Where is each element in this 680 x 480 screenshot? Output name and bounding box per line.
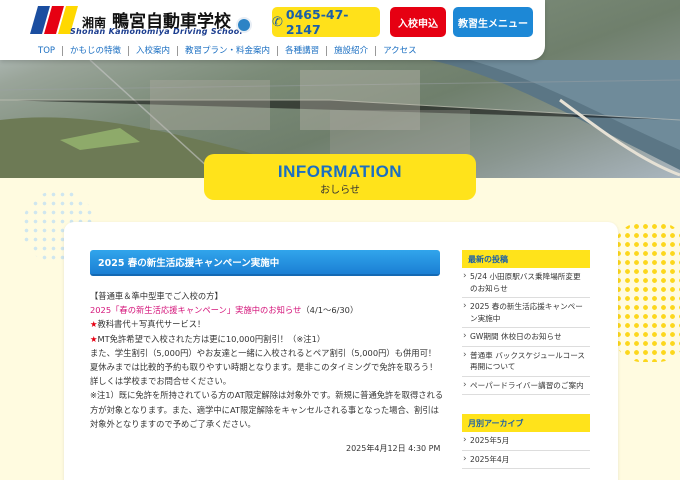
post-text: MT免許希望で入校された方は更に10,000円割引！（※注1） bbox=[97, 333, 326, 344]
nav-item-courses[interactable]: 各種講習 bbox=[278, 46, 328, 56]
post-text: 教科書代＋写真代サービス！ bbox=[97, 319, 206, 330]
nav-item-plans[interactable]: 教習プラン・料金案内 bbox=[178, 46, 279, 56]
post-title: 2025 春の新生活応援キャンペーン実施中 bbox=[90, 250, 440, 276]
mascot-badge-icon bbox=[236, 17, 252, 33]
post-date: 2025年4月12日 4:30 PM bbox=[346, 444, 441, 453]
post-line: また、学生割引（5,000円）やお友達と一緒に入校されるとペア割引（5,000円… bbox=[90, 347, 446, 387]
nav-item-features[interactable]: かもじの特徴 bbox=[63, 46, 130, 56]
campaign-link[interactable]: 2025「春の新生活応援キャンペーン」実施中のお知らせ bbox=[90, 305, 301, 315]
nav-item-facilities[interactable]: 施設紹介 bbox=[327, 46, 377, 56]
campaign-period: （4/1～6/30） bbox=[301, 305, 359, 316]
recent-post-item[interactable]: 普通車 バックスケジュールコース再開について bbox=[462, 347, 590, 377]
post-line: ★MT免許希望で入校された方は更に10,000円割引！（※注1） bbox=[90, 332, 446, 346]
phone-button[interactable]: ✆ 0465-47-2147 bbox=[272, 7, 380, 37]
logo-english: Shonan Kamonomiya Driving School bbox=[70, 27, 243, 36]
nav-item-top[interactable]: TOP bbox=[28, 46, 64, 56]
information-heading: INFORMATION おしらせ bbox=[204, 154, 476, 200]
recent-post-item[interactable]: 5/24 小田原駅バス乗降場所変更のお知らせ bbox=[462, 268, 590, 298]
phone-number: 0465-47-2147 bbox=[285, 7, 349, 37]
archive-list: 2025年5月 2025年4月 bbox=[462, 432, 590, 469]
content-card: 2025 春の新生活応援キャンペーン実施中 【普通車＆準中型車でご入校の方】 2… bbox=[64, 222, 618, 480]
post-line: ★教科書代＋写真代サービス！ bbox=[90, 317, 446, 331]
nav-item-access[interactable]: アクセス bbox=[376, 46, 424, 56]
recent-posts-list: 5/24 小田原駅バス乗降場所変更のお知らせ 2025 春の新生活応援キャンペー… bbox=[462, 268, 590, 395]
recent-posts-heading: 最新の投稿 bbox=[462, 250, 590, 268]
apply-button[interactable]: 入校申込 bbox=[390, 7, 446, 37]
member-menu-button[interactable]: 教習生メニュー bbox=[453, 7, 533, 37]
main-nav: TOP かもじの特徴 入校案内 教習プラン・料金案内 各種講習 施設紹介 アクセ… bbox=[28, 44, 424, 58]
post-line: ※注1）既に免許を所持されている方のAT限定解除は対象外です。新規に普通免許を取… bbox=[90, 390, 444, 429]
archive-heading: 月別アーカイブ bbox=[462, 414, 590, 432]
post-body: 【普通車＆準中型車でご入校の方】 2025「春の新生活応援キャンペーン」実施中の… bbox=[90, 289, 446, 431]
recent-post-item[interactable]: ペーパードライバー講習のご案内 bbox=[462, 377, 590, 395]
archive-item[interactable]: 2025年5月 bbox=[462, 432, 590, 451]
nav-item-admission[interactable]: 入校案内 bbox=[129, 46, 179, 56]
post-line: 【普通車＆準中型車でご入校の方】 bbox=[90, 291, 223, 301]
post-line: 2025「春の新生活応援キャンペーン」実施中のお知らせ（4/1～6/30） bbox=[90, 303, 446, 317]
archive-item[interactable]: 2025年4月 bbox=[462, 451, 590, 469]
page: 湘南 鴨宮自動車学校 Shonan Kamonomiya Driving Scho… bbox=[0, 0, 680, 480]
phone-icon: ✆ bbox=[272, 14, 283, 30]
recent-post-item[interactable]: GW期間 休校日のお知らせ bbox=[462, 328, 590, 347]
information-subtitle: おしらせ bbox=[320, 185, 360, 196]
information-title: INFORMATION bbox=[277, 162, 403, 181]
recent-post-item[interactable]: 2025 春の新生活応援キャンペーン実施中 bbox=[462, 298, 590, 328]
site-header: 湘南 鴨宮自動車学校 Shonan Kamonomiya Driving Scho… bbox=[0, 0, 545, 60]
